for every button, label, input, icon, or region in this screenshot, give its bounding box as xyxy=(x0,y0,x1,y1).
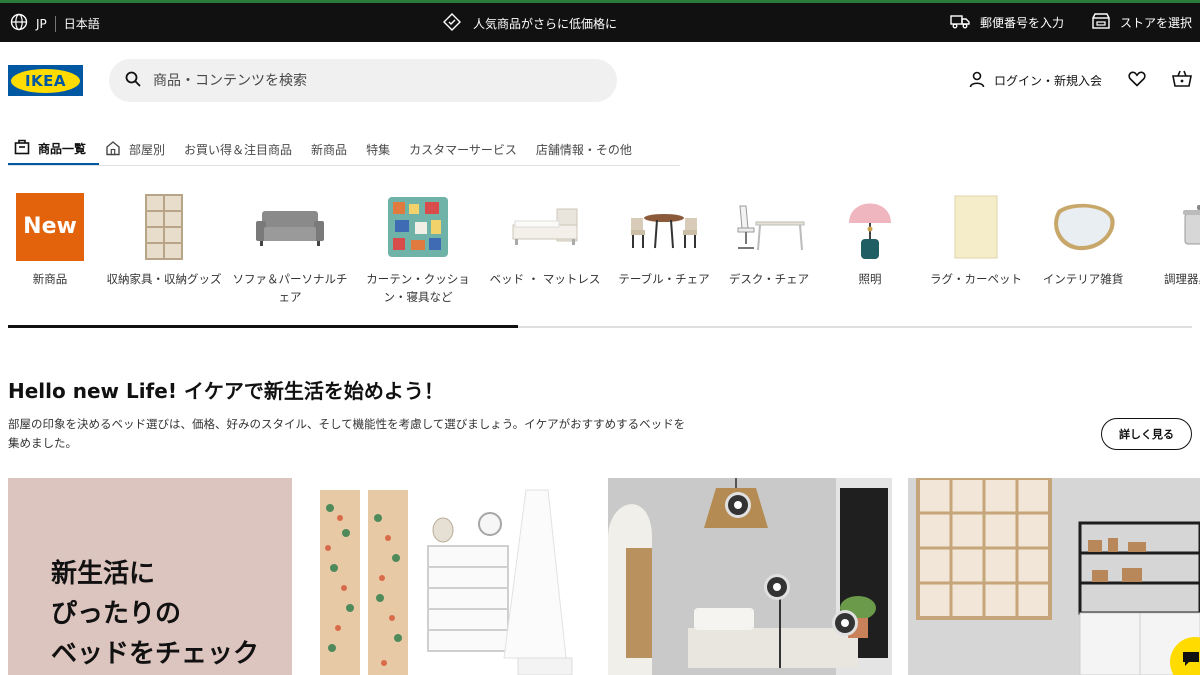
nav-item-store-info[interactable]: 店舗情報・その他 xyxy=(530,124,645,165)
login-button[interactable]: ログイン・新規入会 xyxy=(968,70,1102,91)
cushion-image xyxy=(388,197,448,257)
nav-item-label: 特集 xyxy=(366,142,391,157)
heart-icon[interactable] xyxy=(1128,71,1146,90)
hotspot-floor-lamp[interactable] xyxy=(764,574,790,600)
category-tables-chairs[interactable]: テーブル・チェア xyxy=(605,190,723,288)
price-tag-icon xyxy=(443,13,461,34)
sofa-image xyxy=(256,211,324,246)
category-rugs[interactable]: ラグ・カーペット xyxy=(917,190,1035,288)
nav-item-label: お買い得＆注目商品 xyxy=(184,142,293,157)
nav-item-new[interactable]: 新商品 xyxy=(305,124,360,165)
new-badge: New xyxy=(16,193,84,261)
rug-image xyxy=(954,195,998,259)
search-input[interactable] xyxy=(153,72,593,89)
category-label: カーテン・クッション・寝具など xyxy=(366,272,470,304)
category-lighting[interactable]: 照明 xyxy=(811,190,929,288)
mirror-image xyxy=(1054,203,1115,251)
nav-item-label: 商品一覧 xyxy=(38,141,87,156)
search-bar[interactable] xyxy=(109,59,617,102)
lamp-image xyxy=(849,203,891,259)
category-label: テーブル・チェア xyxy=(618,272,710,286)
chat-icon xyxy=(1182,651,1200,671)
category-beds[interactable]: ベッド ・ マットレス xyxy=(486,190,604,288)
category-label: 照明 xyxy=(858,272,882,286)
store-icon xyxy=(1092,13,1110,32)
category-cookware[interactable]: 調理器具 xyxy=(1128,190,1200,288)
top-bar: JP 日本語 人気商品がさらに低価格に 郵便番号を入力 ストアを選択 xyxy=(0,0,1200,42)
kitchen-scene-tile[interactable] xyxy=(908,478,1200,675)
category-label: 調理器具 xyxy=(1164,272,1200,286)
bedroom-products-tile[interactable] xyxy=(308,478,592,675)
ikea-logo[interactable]: IKEA xyxy=(8,65,83,96)
promo-tile[interactable]: 新生活に ぴったりの ベッドをチェック xyxy=(8,478,292,675)
postal-code-label: 郵便番号を入力 xyxy=(979,16,1064,30)
kitchen-scene-image xyxy=(908,478,1200,675)
category-storage[interactable]: 収納家具・収納グッズ xyxy=(105,190,223,288)
carousel-scrollbar-thumb[interactable] xyxy=(8,325,518,328)
category-decor[interactable]: インテリア雑貨 xyxy=(1024,190,1142,288)
see-more-button[interactable]: 詳しく見る xyxy=(1101,418,1192,450)
category-label: ベッド ・ マットレス xyxy=(489,272,601,286)
nav-item-features[interactable]: 特集 xyxy=(360,124,403,165)
category-label: 新商品 xyxy=(32,272,68,286)
login-label: ログイン・新規入会 xyxy=(993,74,1102,88)
product-box-icon xyxy=(14,139,30,158)
hero-title: Hello new Life! イケアで新生活を始めよう！ xyxy=(8,379,444,403)
nav-item-products[interactable]: 商品一覧 xyxy=(8,124,100,165)
hotspot-pendant-lamp[interactable] xyxy=(725,492,751,518)
category-new[interactable]: New 新商品 xyxy=(0,190,109,288)
truck-icon xyxy=(950,13,970,32)
country-code[interactable]: JP xyxy=(36,17,47,31)
nav-item-label: 新商品 xyxy=(311,142,348,157)
promo-link[interactable]: 人気商品がさらに低価格に xyxy=(473,15,617,32)
bedroom-scene-tile[interactable] xyxy=(608,478,892,675)
store-select-label: ストアを選択 xyxy=(1119,16,1192,30)
hotspot-plant[interactable] xyxy=(832,610,858,636)
store-select-button[interactable]: ストアを選択 xyxy=(1092,13,1192,32)
shelf-unit-image xyxy=(145,194,183,260)
category-label: 収納家具・収納グッズ xyxy=(106,272,222,286)
nav-item-rooms[interactable]: 部屋別 xyxy=(99,124,178,165)
cart-icon[interactable] xyxy=(1172,70,1192,91)
nav-item-label: カスタマーサービス xyxy=(409,142,517,157)
bed-image xyxy=(512,208,578,245)
nav-item-deals[interactable]: お買い得＆注目商品 xyxy=(178,124,305,165)
search-icon[interactable] xyxy=(125,71,141,91)
category-label: インテリア雑貨 xyxy=(1042,272,1124,286)
pot-image xyxy=(1183,205,1200,245)
main-navigation: 商品一覧 部屋別 お買い得＆注目商品 新商品 特集 カスタマーサービス 店舗情報… xyxy=(8,124,680,166)
globe-icon[interactable] xyxy=(10,13,28,34)
category-sofa[interactable]: ソファ＆パーソナルチェア xyxy=(231,190,349,306)
nav-item-label: 部屋別 xyxy=(129,142,166,157)
logo-text: IKEA xyxy=(24,71,67,90)
language-label[interactable]: 日本語 xyxy=(64,15,100,32)
nav-item-label: 店舗情報・その他 xyxy=(535,142,632,157)
dining-set-image xyxy=(631,214,697,249)
desk-image xyxy=(737,205,805,251)
user-icon xyxy=(968,70,986,91)
bedroom-products-image xyxy=(320,489,573,675)
divider xyxy=(54,15,56,32)
category-carousel: New 新商品 収納家具・収納グッズ ソファ＆パーソナルチェア カーテン・クッシ… xyxy=(0,190,1200,310)
nav-item-customer-service[interactable]: カスタマーサービス xyxy=(403,124,530,165)
category-label: ラグ・カーペット xyxy=(930,272,1022,286)
category-textiles[interactable]: カーテン・クッション・寝具など xyxy=(359,190,477,306)
hero-description: 部屋の印象を決めるベッド選びは、価格、好みのスタイル、そして機能性を考慮して選び… xyxy=(8,417,686,450)
postal-code-button[interactable]: 郵便番号を入力 xyxy=(950,13,1064,32)
home-icon xyxy=(105,140,121,159)
promo-text: 新生活に ぴったりの ベッドをチェック xyxy=(51,559,260,669)
category-label: ソファ＆パーソナルチェア xyxy=(232,272,348,304)
